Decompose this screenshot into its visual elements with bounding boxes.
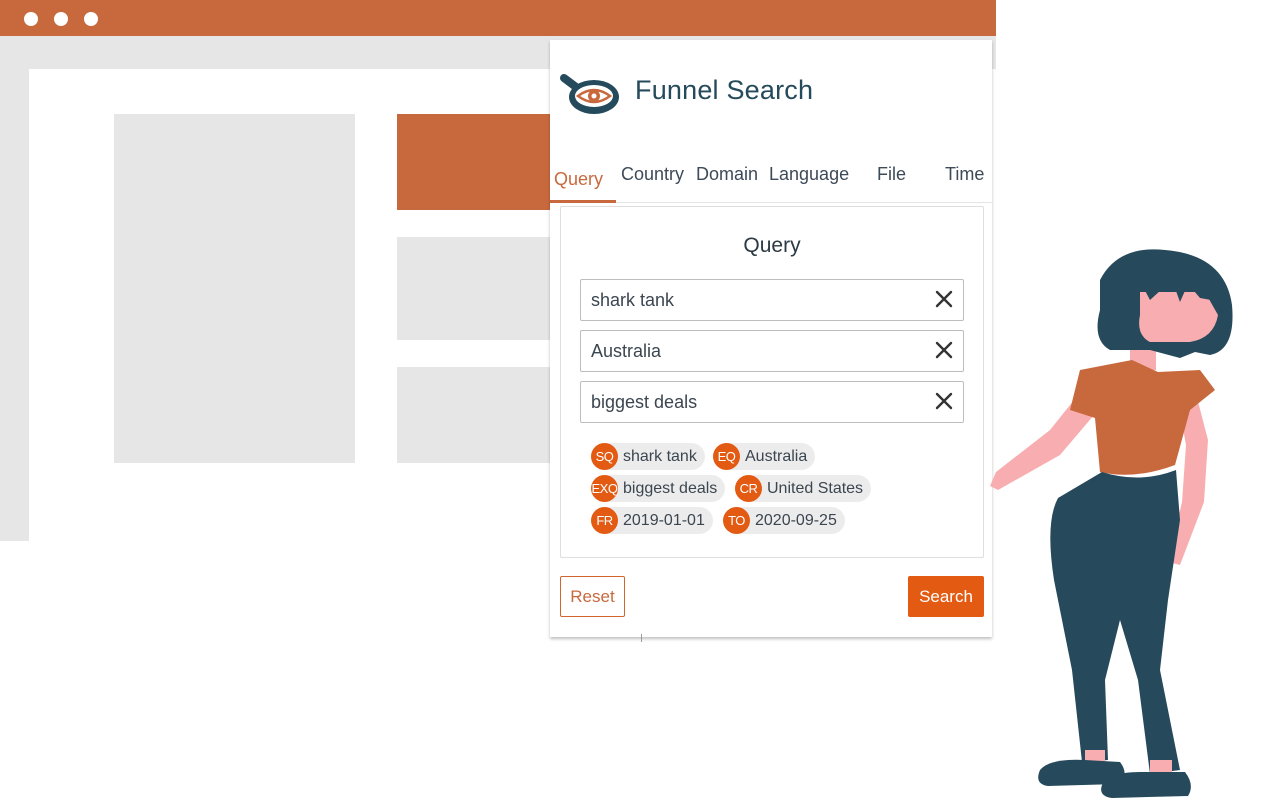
tab-query[interactable]: Query xyxy=(554,169,603,190)
tab-country[interactable]: Country xyxy=(621,164,684,185)
tab-domain[interactable]: Domain xyxy=(696,164,758,185)
query-field-1 xyxy=(580,279,964,321)
placeholder-block xyxy=(114,114,355,463)
chip-label: biggest deals xyxy=(623,479,718,497)
close-icon[interactable] xyxy=(931,388,957,414)
query-field-3 xyxy=(580,381,964,423)
placeholder-block xyxy=(397,237,557,340)
placeholder-accent-block xyxy=(397,114,557,210)
query-input-3[interactable] xyxy=(581,382,911,422)
chip-label: 2020-09-25 xyxy=(755,511,837,529)
chip-label: shark tank xyxy=(623,447,697,465)
window-dot-icon xyxy=(54,12,68,26)
search-button[interactable]: Search xyxy=(908,576,984,617)
query-input-1[interactable] xyxy=(581,280,911,320)
chip-label: Australia xyxy=(745,447,808,465)
panel-title: Query xyxy=(743,234,801,257)
window-dot-icon xyxy=(24,12,38,26)
placeholder-block xyxy=(397,367,557,463)
filter-chip[interactable]: SQ shark tank xyxy=(591,443,705,470)
person-illustration xyxy=(990,240,1250,800)
filter-chip[interactable]: TO 2020-09-25 xyxy=(723,507,845,534)
chip-label: 2019-01-01 xyxy=(623,511,705,529)
chip-badge: TO xyxy=(723,507,750,534)
filter-chip[interactable]: EQ Australia xyxy=(713,443,816,470)
magnifier-eye-icon xyxy=(558,72,622,120)
chip-badge: FR xyxy=(591,507,618,534)
close-icon[interactable] xyxy=(931,337,957,363)
query-field-2 xyxy=(580,330,964,372)
tab-language[interactable]: Language xyxy=(769,164,849,185)
divider xyxy=(641,634,642,642)
chip-badge: EQ xyxy=(713,443,740,470)
app-title: Funnel Search xyxy=(635,75,814,105)
chip-badge: SQ xyxy=(591,443,618,470)
filter-chip[interactable]: EXQ biggest deals xyxy=(591,475,726,502)
chip-badge: CR xyxy=(735,475,762,502)
query-panel: Query SQ shark tank EQ xyxy=(560,206,984,558)
chip-badge: EXQ xyxy=(591,475,618,502)
filter-chip[interactable]: FR 2019-01-01 xyxy=(591,507,713,534)
extension-popup: Funnel Search Query Country Domain Langu… xyxy=(550,40,992,642)
filter-chip[interactable]: CR United States xyxy=(735,475,872,502)
chip-label: United States xyxy=(767,479,864,497)
close-icon[interactable] xyxy=(931,286,957,312)
tab-time[interactable]: Time xyxy=(945,164,984,185)
reset-button[interactable]: Reset xyxy=(560,576,625,617)
browser-window-bar xyxy=(0,0,996,36)
tab-bar: Query Country Domain Language File Time xyxy=(550,160,992,203)
query-input-2[interactable] xyxy=(581,331,911,371)
tab-file[interactable]: File xyxy=(877,164,906,185)
active-tab-indicator xyxy=(550,200,616,203)
window-dot-icon xyxy=(84,12,98,26)
